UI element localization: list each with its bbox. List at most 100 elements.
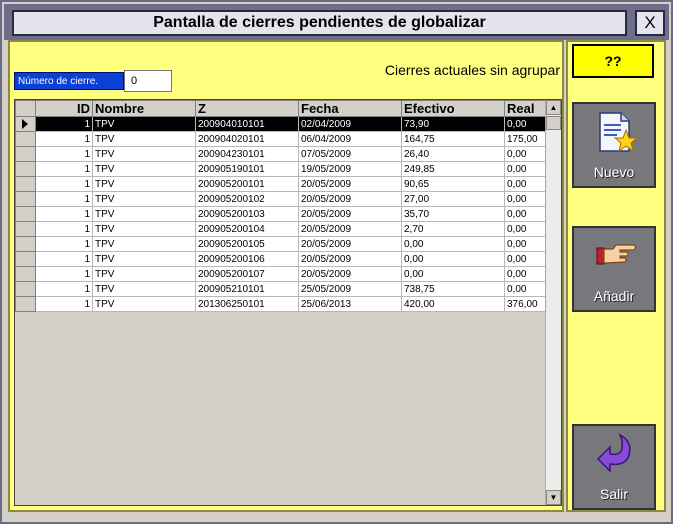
cell-z[interactable]: 200905190101: [195, 161, 299, 177]
cell-real[interactable]: 0,00: [504, 146, 547, 162]
cell-nombre[interactable]: TPV: [92, 146, 196, 162]
column-header-id[interactable]: ID: [35, 100, 93, 117]
row-indicator[interactable]: [15, 236, 36, 252]
cell-id[interactable]: 1: [35, 221, 93, 237]
table-row[interactable]: 1 TPV 200905200107 20/05/2009 0,00 0,00: [15, 266, 547, 282]
row-indicator[interactable]: [15, 281, 36, 297]
cell-id[interactable]: 1: [35, 176, 93, 192]
cell-efectivo[interactable]: 26,40: [401, 146, 505, 162]
cell-id[interactable]: 1: [35, 251, 93, 267]
cell-fecha[interactable]: 25/06/2013: [298, 296, 402, 312]
table-row[interactable]: 1 TPV 200904020101 06/04/2009 164,75 175,00: [15, 131, 547, 147]
cell-fecha[interactable]: 20/05/2009: [298, 176, 402, 192]
cierres-grid[interactable]: ID Nombre Z Fecha Efectivo Real 1 TPV 2009…: [14, 99, 562, 506]
row-indicator[interactable]: [15, 116, 36, 132]
cell-id[interactable]: 1: [35, 236, 93, 252]
row-indicator[interactable]: [15, 296, 36, 312]
cell-id[interactable]: 1: [35, 281, 93, 297]
column-header-fecha[interactable]: Fecha: [298, 100, 402, 117]
cell-nombre[interactable]: TPV: [92, 206, 196, 222]
cell-nombre[interactable]: TPV: [92, 296, 196, 312]
table-row[interactable]: 1 TPV 200905210101 25/05/2009 738,75 0,00: [15, 281, 547, 297]
row-indicator[interactable]: [15, 146, 36, 162]
row-indicator[interactable]: [15, 191, 36, 207]
cell-z[interactable]: 200905200105: [195, 236, 299, 252]
scroll-down-arrow-icon[interactable]: ▼: [546, 490, 561, 505]
help-button[interactable]: ??: [572, 44, 654, 78]
cell-fecha[interactable]: 20/05/2009: [298, 266, 402, 282]
cell-real[interactable]: 0,00: [504, 206, 547, 222]
row-indicator[interactable]: [15, 161, 36, 177]
cell-z[interactable]: 200904230101: [195, 146, 299, 162]
column-header-z[interactable]: Z: [195, 100, 299, 117]
scroll-thumb[interactable]: [546, 116, 561, 130]
column-header-efectivo[interactable]: Efectivo: [401, 100, 505, 117]
numero-cierre-input[interactable]: 0: [124, 70, 172, 92]
cell-efectivo[interactable]: 249,85: [401, 161, 505, 177]
cell-real[interactable]: 175,00: [504, 131, 547, 147]
cell-nombre[interactable]: TPV: [92, 221, 196, 237]
cell-fecha[interactable]: 20/05/2009: [298, 191, 402, 207]
cell-id[interactable]: 1: [35, 266, 93, 282]
cell-real[interactable]: 0,00: [504, 281, 547, 297]
row-indicator[interactable]: [15, 176, 36, 192]
table-row[interactable]: 1 TPV 201306250101 25/06/2013 420,00 376,00: [15, 296, 547, 312]
cell-efectivo[interactable]: 27,00: [401, 191, 505, 207]
cell-z[interactable]: 200905200103: [195, 206, 299, 222]
row-indicator[interactable]: [15, 131, 36, 147]
cell-z[interactable]: 200905200107: [195, 266, 299, 282]
cell-fecha[interactable]: 20/05/2009: [298, 221, 402, 237]
cell-real[interactable]: 0,00: [504, 191, 547, 207]
cell-real[interactable]: 376,00: [504, 296, 547, 312]
cell-real[interactable]: 0,00: [504, 161, 547, 177]
cell-real[interactable]: 0,00: [504, 266, 547, 282]
salir-button[interactable]: Salir: [572, 424, 656, 510]
cell-z[interactable]: 200905200104: [195, 221, 299, 237]
cell-nombre[interactable]: TPV: [92, 116, 196, 132]
cell-z[interactable]: 200904020101: [195, 131, 299, 147]
table-row[interactable]: 1 TPV 200905200106 20/05/2009 0,00 0,00: [15, 251, 547, 267]
table-row[interactable]: 1 TPV 200905190101 19/05/2009 249,85 0,00: [15, 161, 547, 177]
cell-id[interactable]: 1: [35, 191, 93, 207]
table-row[interactable]: 1 TPV 200905200103 20/05/2009 35,70 0,00: [15, 206, 547, 222]
cell-nombre[interactable]: TPV: [92, 251, 196, 267]
cell-nombre[interactable]: TPV: [92, 161, 196, 177]
cell-efectivo[interactable]: 0,00: [401, 266, 505, 282]
cell-fecha[interactable]: 25/05/2009: [298, 281, 402, 297]
table-row[interactable]: 1 TPV 200905200101 20/05/2009 90,65 0,00: [15, 176, 547, 192]
anadir-button[interactable]: Añadir: [572, 226, 656, 312]
cell-efectivo[interactable]: 2,70: [401, 221, 505, 237]
cell-efectivo[interactable]: 90,65: [401, 176, 505, 192]
cell-efectivo[interactable]: 164,75: [401, 131, 505, 147]
cell-nombre[interactable]: TPV: [92, 236, 196, 252]
row-indicator[interactable]: [15, 221, 36, 237]
cell-fecha[interactable]: 20/05/2009: [298, 251, 402, 267]
table-row[interactable]: 1 TPV 200905200102 20/05/2009 27,00 0,00: [15, 191, 547, 207]
column-header-real[interactable]: Real: [504, 100, 547, 117]
cell-id[interactable]: 1: [35, 131, 93, 147]
cell-real[interactable]: 0,00: [504, 116, 547, 132]
row-indicator[interactable]: [15, 251, 36, 267]
cell-efectivo[interactable]: 0,00: [401, 251, 505, 267]
cell-nombre[interactable]: TPV: [92, 281, 196, 297]
cell-id[interactable]: 1: [35, 296, 93, 312]
cell-real[interactable]: 0,00: [504, 236, 547, 252]
cell-efectivo[interactable]: 73,90: [401, 116, 505, 132]
cell-nombre[interactable]: TPV: [92, 191, 196, 207]
table-row[interactable]: 1 TPV 200905200105 20/05/2009 0,00 0,00: [15, 236, 547, 252]
vertical-scrollbar[interactable]: ▲ ▼: [545, 100, 561, 505]
row-indicator[interactable]: [15, 266, 36, 282]
table-row[interactable]: 1 TPV 200905200104 20/05/2009 2,70 0,00: [15, 221, 547, 237]
table-row[interactable]: 1 TPV 200904230101 07/05/2009 26,40 0,00: [15, 146, 547, 162]
scroll-up-arrow-icon[interactable]: ▲: [546, 100, 561, 115]
cell-efectivo[interactable]: 738,75: [401, 281, 505, 297]
cell-z[interactable]: 201306250101: [195, 296, 299, 312]
nuevo-button[interactable]: Nuevo: [572, 102, 656, 188]
cell-z[interactable]: 200905210101: [195, 281, 299, 297]
cell-z[interactable]: 200905200102: [195, 191, 299, 207]
cell-nombre[interactable]: TPV: [92, 176, 196, 192]
cell-id[interactable]: 1: [35, 161, 93, 177]
cell-fecha[interactable]: 06/04/2009: [298, 131, 402, 147]
cell-nombre[interactable]: TPV: [92, 266, 196, 282]
cell-fecha[interactable]: 07/05/2009: [298, 146, 402, 162]
